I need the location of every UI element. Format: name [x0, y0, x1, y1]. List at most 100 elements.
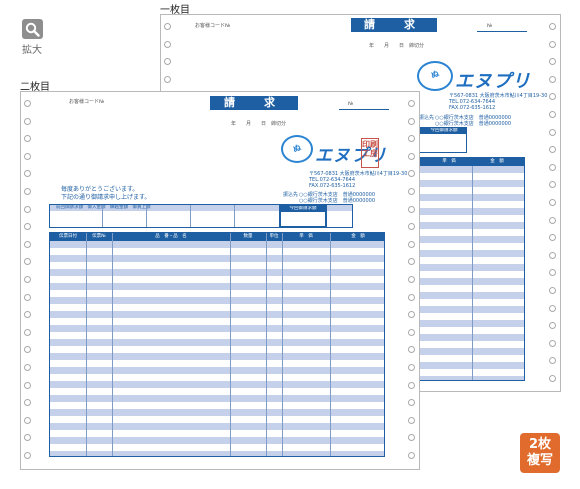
feed-hole [24, 381, 31, 389]
table-row [50, 255, 384, 262]
two-copy-badge: 2枚 複写 [520, 433, 560, 473]
feed-hole [549, 181, 556, 189]
logo-text: エヌプリ [455, 71, 531, 92]
feed-hole [164, 75, 171, 83]
col-slip-date: 伝票日付 [59, 234, 77, 239]
table-row [50, 339, 384, 346]
number-label: № [348, 101, 354, 107]
col-quantity: 数量 [243, 234, 253, 239]
col-unit: 単位 [269, 234, 279, 239]
table-row [50, 374, 384, 381]
feed-hole [549, 75, 556, 83]
feed-hole [549, 111, 556, 118]
invoice-sheet-second: お客様コード№ 請 求 書 № 年 月 日 締切分 ぬ エヌプリ 印刷 工房 〒5… [20, 91, 420, 470]
tractor-holes-left [21, 92, 35, 469]
this-time-amount-label: 今回御請求額 [289, 206, 317, 211]
feed-hole [24, 399, 31, 407]
feed-hole [549, 339, 556, 347]
feed-hole [408, 205, 415, 213]
table-row [50, 423, 384, 430]
feed-hole [408, 223, 415, 231]
table-row [50, 290, 384, 297]
closing-date-line: 年 月 日 締切分 [231, 121, 287, 127]
feed-hole [24, 293, 31, 301]
table-row [50, 353, 384, 360]
feed-hole [408, 276, 415, 283]
feed-hole [164, 40, 171, 48]
feed-hole [24, 152, 31, 160]
zoom-label[interactable]: 拡大 [21, 41, 43, 56]
logo-bubble-icon: ぬ [417, 61, 453, 91]
bank-label: 振込先 [283, 192, 299, 198]
table-row [50, 430, 384, 437]
feed-hole [549, 58, 556, 66]
feed-hole [24, 117, 31, 125]
col-item-name: 品 番・品 名 [155, 234, 187, 239]
feed-hole [408, 328, 415, 336]
feed-hole [549, 375, 556, 382]
table-row [50, 304, 384, 311]
feed-hole [408, 170, 415, 178]
customer-code-label: お客様コード№ [195, 23, 231, 29]
feed-hole [408, 188, 415, 195]
feed-hole [408, 258, 415, 266]
feed-hole [549, 269, 556, 277]
feed-hole [164, 23, 171, 30]
feed-hole [408, 416, 415, 424]
this-time-amount-label: 今回御請求額 [430, 128, 458, 133]
logo-bubble-icon: ぬ [281, 135, 313, 163]
table-row [50, 297, 384, 304]
magnifier-icon[interactable] [21, 19, 43, 39]
company-fax: FAX.072-635-1612 [309, 183, 356, 189]
feed-hole [24, 240, 31, 248]
feed-hole [24, 170, 31, 178]
table-row [50, 269, 384, 276]
feed-hole [549, 199, 556, 206]
feed-hole [549, 251, 556, 259]
customer-code-label: お客様コード№ [69, 99, 105, 105]
closing-date-line: 年 月 日 締切分 [369, 43, 425, 49]
feed-hole [408, 293, 415, 301]
feed-hole [408, 311, 415, 319]
table-row [50, 248, 384, 255]
feed-hole [408, 364, 415, 371]
feed-hole [549, 93, 556, 101]
feed-hole [24, 100, 31, 107]
feed-hole [549, 40, 556, 48]
feed-hole [24, 188, 31, 195]
table-row [50, 332, 384, 339]
feed-hole [24, 205, 31, 213]
zoom-control[interactable]: 拡大 [21, 19, 43, 56]
bank-label: 振込先 [419, 115, 435, 121]
table-row [50, 311, 384, 318]
feed-hole [24, 364, 31, 371]
table-row [50, 437, 384, 444]
feed-hole [408, 452, 415, 459]
table-row [50, 276, 384, 283]
feed-hole [408, 135, 415, 143]
feed-hole [549, 23, 556, 30]
feed-hole [24, 416, 31, 424]
number-underline [339, 109, 389, 110]
col-unit-price: 単 価 [299, 234, 313, 239]
table-row [50, 416, 384, 423]
table-row [50, 402, 384, 409]
feed-hole [24, 328, 31, 336]
table-row [50, 451, 384, 456]
table-row [50, 283, 384, 290]
number-label: № [487, 23, 493, 29]
feed-hole [408, 346, 415, 354]
col-unit-price: 単 価 [442, 159, 456, 164]
line-items-table-first: 単 価 金 額 [419, 157, 525, 381]
table-row [50, 395, 384, 402]
table-row [50, 262, 384, 269]
feed-hole [408, 152, 415, 160]
feed-hole [549, 163, 556, 171]
table-row [50, 367, 384, 374]
feed-hole [549, 216, 556, 224]
feed-hole [24, 135, 31, 143]
tractor-holes-right [405, 92, 419, 469]
summary-header: 前回御請求額 御入金額 繰越金額 御買上額 [56, 205, 151, 210]
greeting-line-1: 毎度ありがとうございます。 [61, 186, 139, 193]
feed-hole [408, 381, 415, 389]
